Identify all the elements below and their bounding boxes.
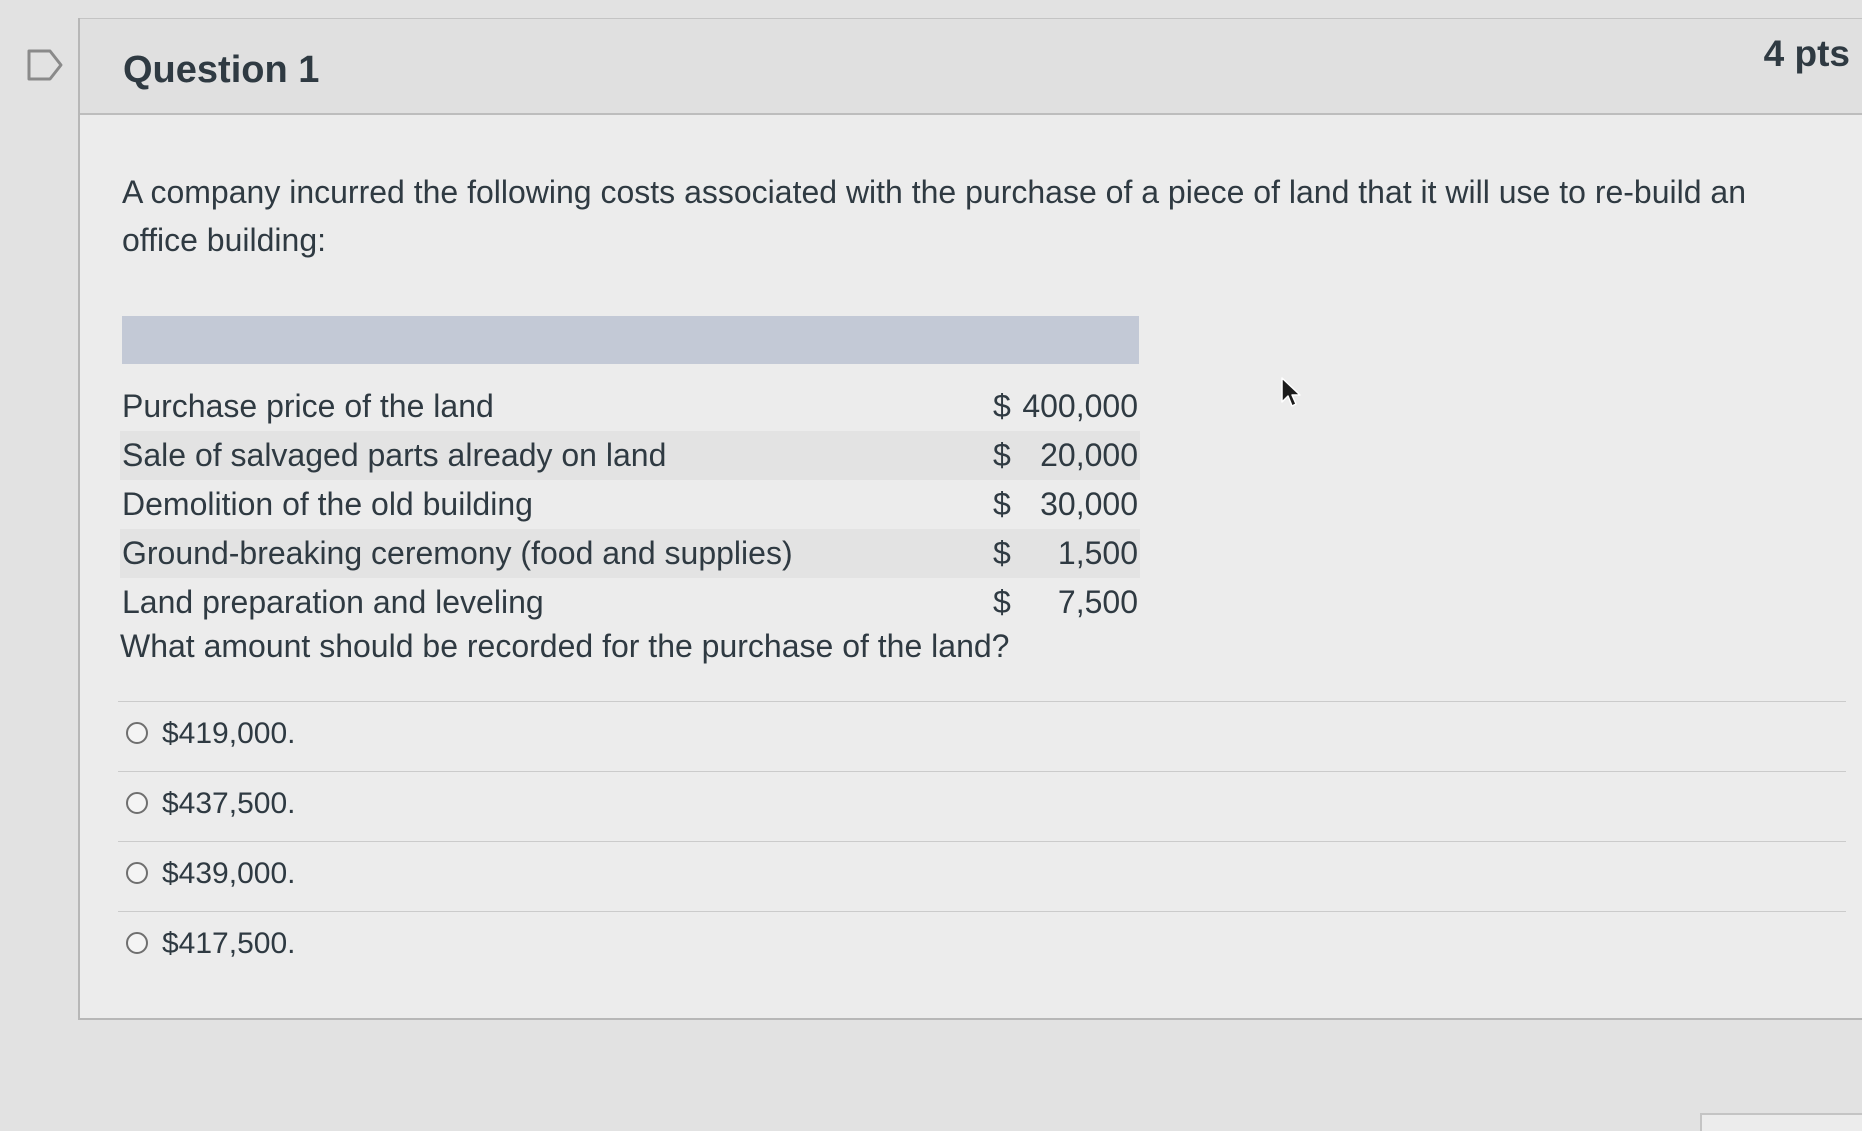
cost-amount: 7,500 [1057, 584, 1138, 620]
cost-currency: $ [993, 486, 1011, 522]
question-title: Question 1 [123, 49, 320, 91]
answer-label[interactable]: $419,000. [162, 714, 295, 754]
question-ask: What amount should be recorded for the p… [120, 628, 1010, 664]
cost-row: Demolition of the old building $ 30,000 [120, 480, 1140, 529]
cost-label: Ground-breaking ceremony (food and suppl… [122, 535, 793, 571]
answer-option[interactable]: $439,000. [118, 842, 1846, 912]
cost-row: Land preparation and leveling $ 7,500 [120, 578, 1140, 627]
cost-currency: $ [993, 584, 1011, 620]
cost-amount: 400,000 [1022, 388, 1138, 424]
question-points: 4 pts [1763, 33, 1850, 74]
footer-edge [1700, 1113, 1862, 1131]
radio-icon[interactable] [126, 722, 148, 744]
cost-table-header [122, 316, 1139, 364]
radio-icon[interactable] [126, 862, 148, 884]
cost-currency: $ [993, 388, 1011, 424]
cost-label: Purchase price of the land [122, 388, 494, 424]
question-prompt: A company incurred the following costs a… [122, 174, 1747, 258]
answer-option[interactable]: $437,500. [118, 772, 1846, 842]
cost-currency: $ [993, 535, 1011, 571]
answer-label[interactable]: $439,000. [162, 854, 295, 894]
radio-icon[interactable] [126, 932, 148, 954]
cost-label: Demolition of the old building [122, 486, 533, 522]
answer-label[interactable]: $417,500. [162, 924, 295, 964]
answer-label[interactable]: $437,500. [162, 784, 295, 824]
answer-option[interactable]: $419,000. [118, 702, 1846, 772]
answer-list: $419,000. $437,500. $439,000. $417,500. [118, 701, 1846, 981]
cost-currency: $ [993, 437, 1011, 473]
radio-icon[interactable] [126, 792, 148, 814]
mouse-pointer-icon [1280, 376, 1304, 410]
question-card: Question 1 4 pts A company incurred the … [78, 18, 1862, 1020]
cost-row: Ground-breaking ceremony (food and suppl… [120, 529, 1140, 578]
cost-amount: 20,000 [1040, 437, 1138, 473]
question-header: Question 1 4 pts [80, 18, 1862, 115]
cost-row: Purchase price of the land $ 400,000 [120, 382, 1140, 431]
cost-table: Purchase price of the land $ 400,000 Sal… [120, 382, 1140, 627]
flag-question-icon[interactable] [26, 48, 64, 82]
cost-amount: 1,500 [1057, 535, 1138, 571]
answer-option[interactable]: $417,500. [118, 912, 1846, 981]
cost-label: Sale of salvaged parts already on land [122, 437, 667, 473]
cost-row: Sale of salvaged parts already on land $… [120, 431, 1140, 480]
cost-label: Land preparation and leveling [122, 584, 544, 620]
cost-amount: 30,000 [1040, 486, 1138, 522]
